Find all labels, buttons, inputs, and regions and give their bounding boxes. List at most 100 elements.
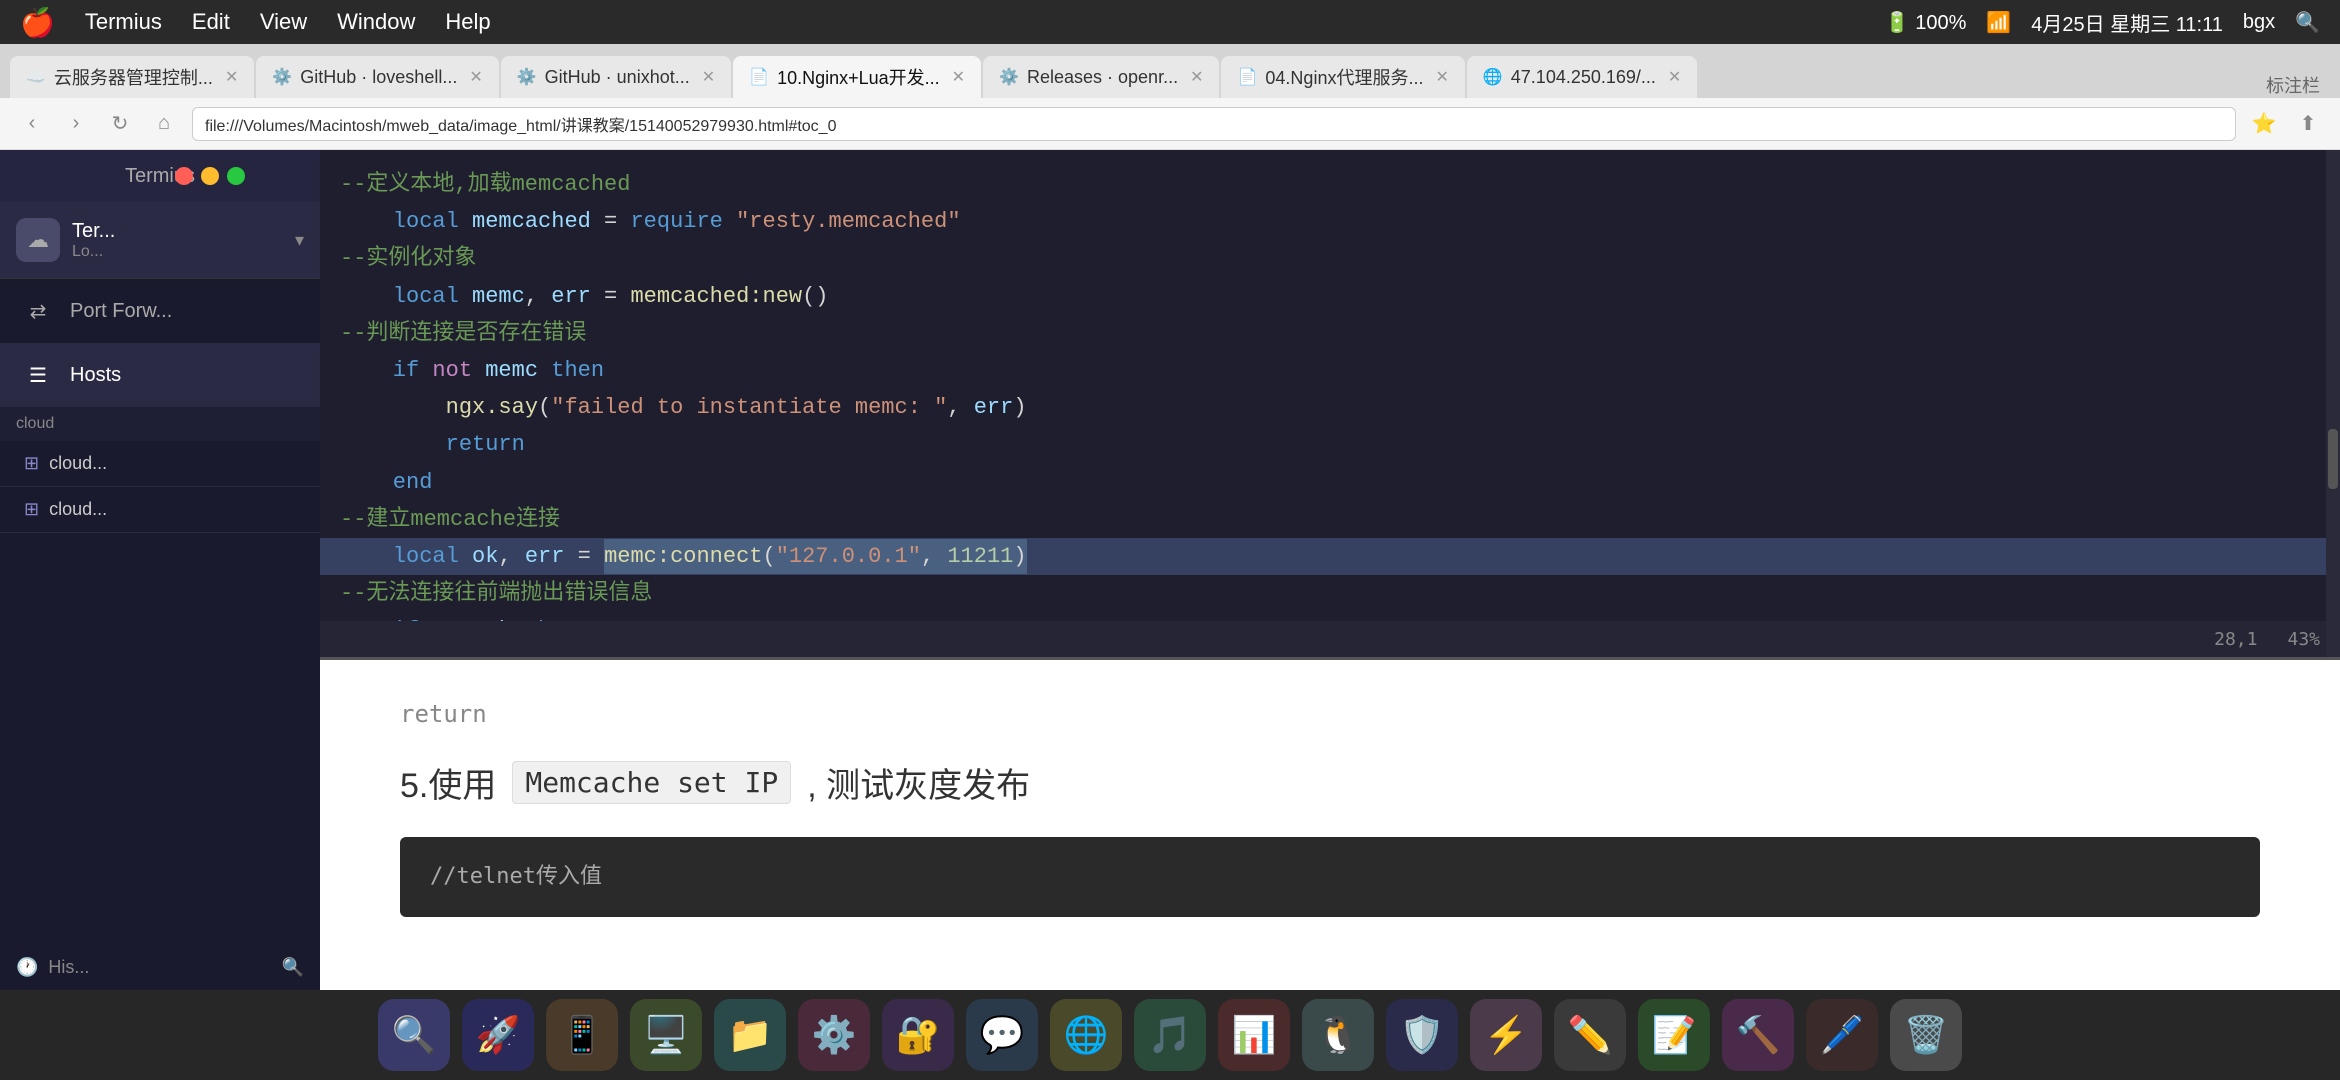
- return-line: return: [400, 700, 2260, 728]
- cloud-section-label: cloud: [16, 415, 54, 432]
- tab-label-5: 04.Nginx代理服务...: [1265, 64, 1423, 90]
- terminal-icon-2: ⊞: [24, 499, 39, 520]
- code-line-1: local memcached = require "resty.memcach…: [320, 203, 2340, 240]
- port-forward-icon: ⇄: [20, 293, 56, 329]
- username: bgx: [2243, 11, 2275, 34]
- terminal-label-2: cloud...: [49, 499, 107, 520]
- tab-label-2: GitHub · unixhot...: [545, 67, 690, 88]
- tab-3[interactable]: 📄 10.Nginx+Lua开发... ✕: [733, 56, 981, 98]
- tab-icon-1: ⚙️: [272, 67, 292, 87]
- tab-icon-2: ⚙️: [517, 67, 537, 87]
- connection-avatar: ☁: [16, 218, 60, 262]
- sidebar-terminal-item-2[interactable]: ⊞ cloud...: [0, 487, 320, 533]
- connection-name: Ter...: [72, 220, 283, 243]
- menu-view[interactable]: View: [260, 9, 307, 35]
- dock-item-6[interactable]: ⚙️: [798, 999, 870, 1071]
- close-button[interactable]: [175, 167, 193, 185]
- url-text: file:///Volumes/Macintosh/mweb_data/imag…: [205, 112, 836, 136]
- tab-label-0: 云服务器管理控制...: [54, 64, 213, 90]
- code-line-6: ngx.say("failed to instantiate memc: ", …: [320, 389, 2340, 426]
- tab-0[interactable]: ☁️ 云服务器管理控制... ✕: [10, 56, 254, 98]
- home-button[interactable]: ⌂: [148, 108, 180, 140]
- share-icon[interactable]: ⬆: [2292, 108, 2324, 140]
- dock-item-12[interactable]: 🐧: [1302, 999, 1374, 1071]
- dock-item-9[interactable]: 🌐: [1050, 999, 1122, 1071]
- dock-finder[interactable]: 🔍: [378, 999, 450, 1071]
- tab-close-2[interactable]: ✕: [702, 67, 715, 87]
- 标注: 标注栏: [2266, 72, 2330, 98]
- dock-launchpad[interactable]: 🚀: [462, 999, 534, 1071]
- hosts-icon: ☰: [20, 357, 56, 393]
- sidebar-item-label-hosts: Hosts: [70, 364, 121, 387]
- tab-label-6: 47.104.250.169/...: [1511, 67, 1656, 88]
- bookmark-icon[interactable]: ⭐: [2248, 108, 2280, 140]
- tab-close-5[interactable]: ✕: [1435, 67, 1448, 87]
- dock-item-7[interactable]: 🔐: [882, 999, 954, 1071]
- tab-close-1[interactable]: ✕: [469, 67, 482, 87]
- url-bar[interactable]: file:///Volumes/Macintosh/mweb_data/imag…: [192, 107, 2236, 141]
- tab-icon-0: ☁️: [26, 67, 46, 87]
- dock: 🔍 🚀 📱 🖥️ 📁 ⚙️ 🔐 💬 🌐 🎵 📊 🐧 🛡️ ⚡ ✏️ 📝 🔨 🖊️…: [0, 990, 2340, 1080]
- section-title: 5.使用: [400, 758, 496, 807]
- sidebar-bottom: 🕐 His... 🔍: [0, 945, 320, 990]
- menubar-right: 🔋 100% 📶 4月25日 星期三 11:11 bgx 🔍: [1885, 8, 2320, 37]
- dock-item-13[interactable]: 🛡️: [1386, 999, 1458, 1071]
- app-name[interactable]: Termius: [85, 9, 162, 35]
- tab-bar: ☁️ 云服务器管理控制... ✕ ⚙️ GitHub · loveshell..…: [0, 44, 2340, 98]
- dock-item-14[interactable]: ⚡: [1470, 999, 1542, 1071]
- webpage-section: return 5.使用 Memcache set IP , 测试灰度发布 //t…: [320, 660, 2340, 990]
- search-icon[interactable]: 🔍: [2295, 10, 2320, 35]
- code-editor: --定义本地,加载memcached local memcached = req…: [320, 150, 2340, 621]
- code-line-7: return: [320, 426, 2340, 463]
- chevron-down-icon: ▾: [295, 230, 304, 251]
- dock-item-17[interactable]: 🔨: [1722, 999, 1794, 1071]
- code-area[interactable]: --定义本地,加载memcached local memcached = req…: [320, 150, 2340, 657]
- scrollbar[interactable]: [2326, 150, 2340, 657]
- tab-1[interactable]: ⚙️ GitHub · loveshell... ✕: [256, 56, 498, 98]
- sidebar-terminal-item-1[interactable]: ⊞ cloud...: [0, 441, 320, 487]
- tab-6[interactable]: 🌐 47.104.250.169/... ✕: [1467, 56, 1697, 98]
- back-button[interactable]: ‹: [16, 108, 48, 140]
- tab-5[interactable]: 📄 04.Nginx代理服务... ✕: [1221, 56, 1464, 98]
- terminal-section: --定义本地,加载memcached local memcached = req…: [320, 150, 2340, 660]
- tab-close-3[interactable]: ✕: [952, 67, 965, 87]
- sidebar-connection[interactable]: ☁ Ter... Lo... ▾: [0, 202, 320, 279]
- search-icon[interactable]: 🔍: [282, 957, 304, 978]
- tab-2[interactable]: ⚙️ GitHub · unixhot... ✕: [501, 56, 731, 98]
- apple-menu[interactable]: 🍎: [20, 6, 55, 39]
- dock-item-11[interactable]: 📊: [1218, 999, 1290, 1071]
- scrollbar-thumb[interactable]: [2328, 429, 2338, 489]
- forward-button[interactable]: ›: [60, 108, 92, 140]
- menu-edit[interactable]: Edit: [192, 9, 230, 35]
- code-line-2: --实例化对象: [320, 240, 2340, 277]
- tab-close-6[interactable]: ✕: [1668, 67, 1681, 87]
- section-suffix: , 测试灰度发布: [807, 758, 1030, 807]
- reload-button[interactable]: ↻: [104, 108, 136, 140]
- history-label[interactable]: His...: [48, 957, 89, 978]
- dock-item-3[interactable]: 📱: [546, 999, 618, 1071]
- minimize-button[interactable]: [201, 167, 219, 185]
- sidebar-item-port-forward[interactable]: ⇄ Port Forw...: [0, 279, 320, 343]
- dock-item-4[interactable]: 🖥️: [630, 999, 702, 1071]
- maximize-button[interactable]: [227, 167, 245, 185]
- history-icon: 🕐: [16, 957, 38, 978]
- dock-item-15[interactable]: ✏️: [1554, 999, 1626, 1071]
- code-line-9: --建立memcache连接: [320, 501, 2340, 538]
- sidebar-item-hosts[interactable]: ☰ Hosts: [0, 343, 320, 407]
- menu-window[interactable]: Window: [337, 9, 415, 35]
- dock-item-16[interactable]: 📝: [1638, 999, 1710, 1071]
- tab-icon-6: 🌐: [1483, 67, 1503, 87]
- dock-item-5[interactable]: 📁: [714, 999, 786, 1071]
- code-block-area: //telnet传入值: [400, 837, 2260, 917]
- dock-item-10[interactable]: 🎵: [1134, 999, 1206, 1071]
- dock-item-19[interactable]: 🗑️: [1890, 999, 1962, 1071]
- wifi-icon: 📶: [1986, 10, 2011, 35]
- tab-4[interactable]: ⚙️ Releases · openr... ✕: [983, 56, 1219, 98]
- dock-item-8[interactable]: 💬: [966, 999, 1038, 1071]
- menu-help[interactable]: Help: [445, 9, 490, 35]
- tab-close-0[interactable]: ✕: [225, 67, 238, 87]
- tab-label-1: GitHub · loveshell...: [300, 67, 457, 88]
- connection-status: Lo...: [72, 243, 283, 261]
- tab-close-4[interactable]: ✕: [1190, 67, 1203, 87]
- dock-item-18[interactable]: 🖊️: [1806, 999, 1878, 1071]
